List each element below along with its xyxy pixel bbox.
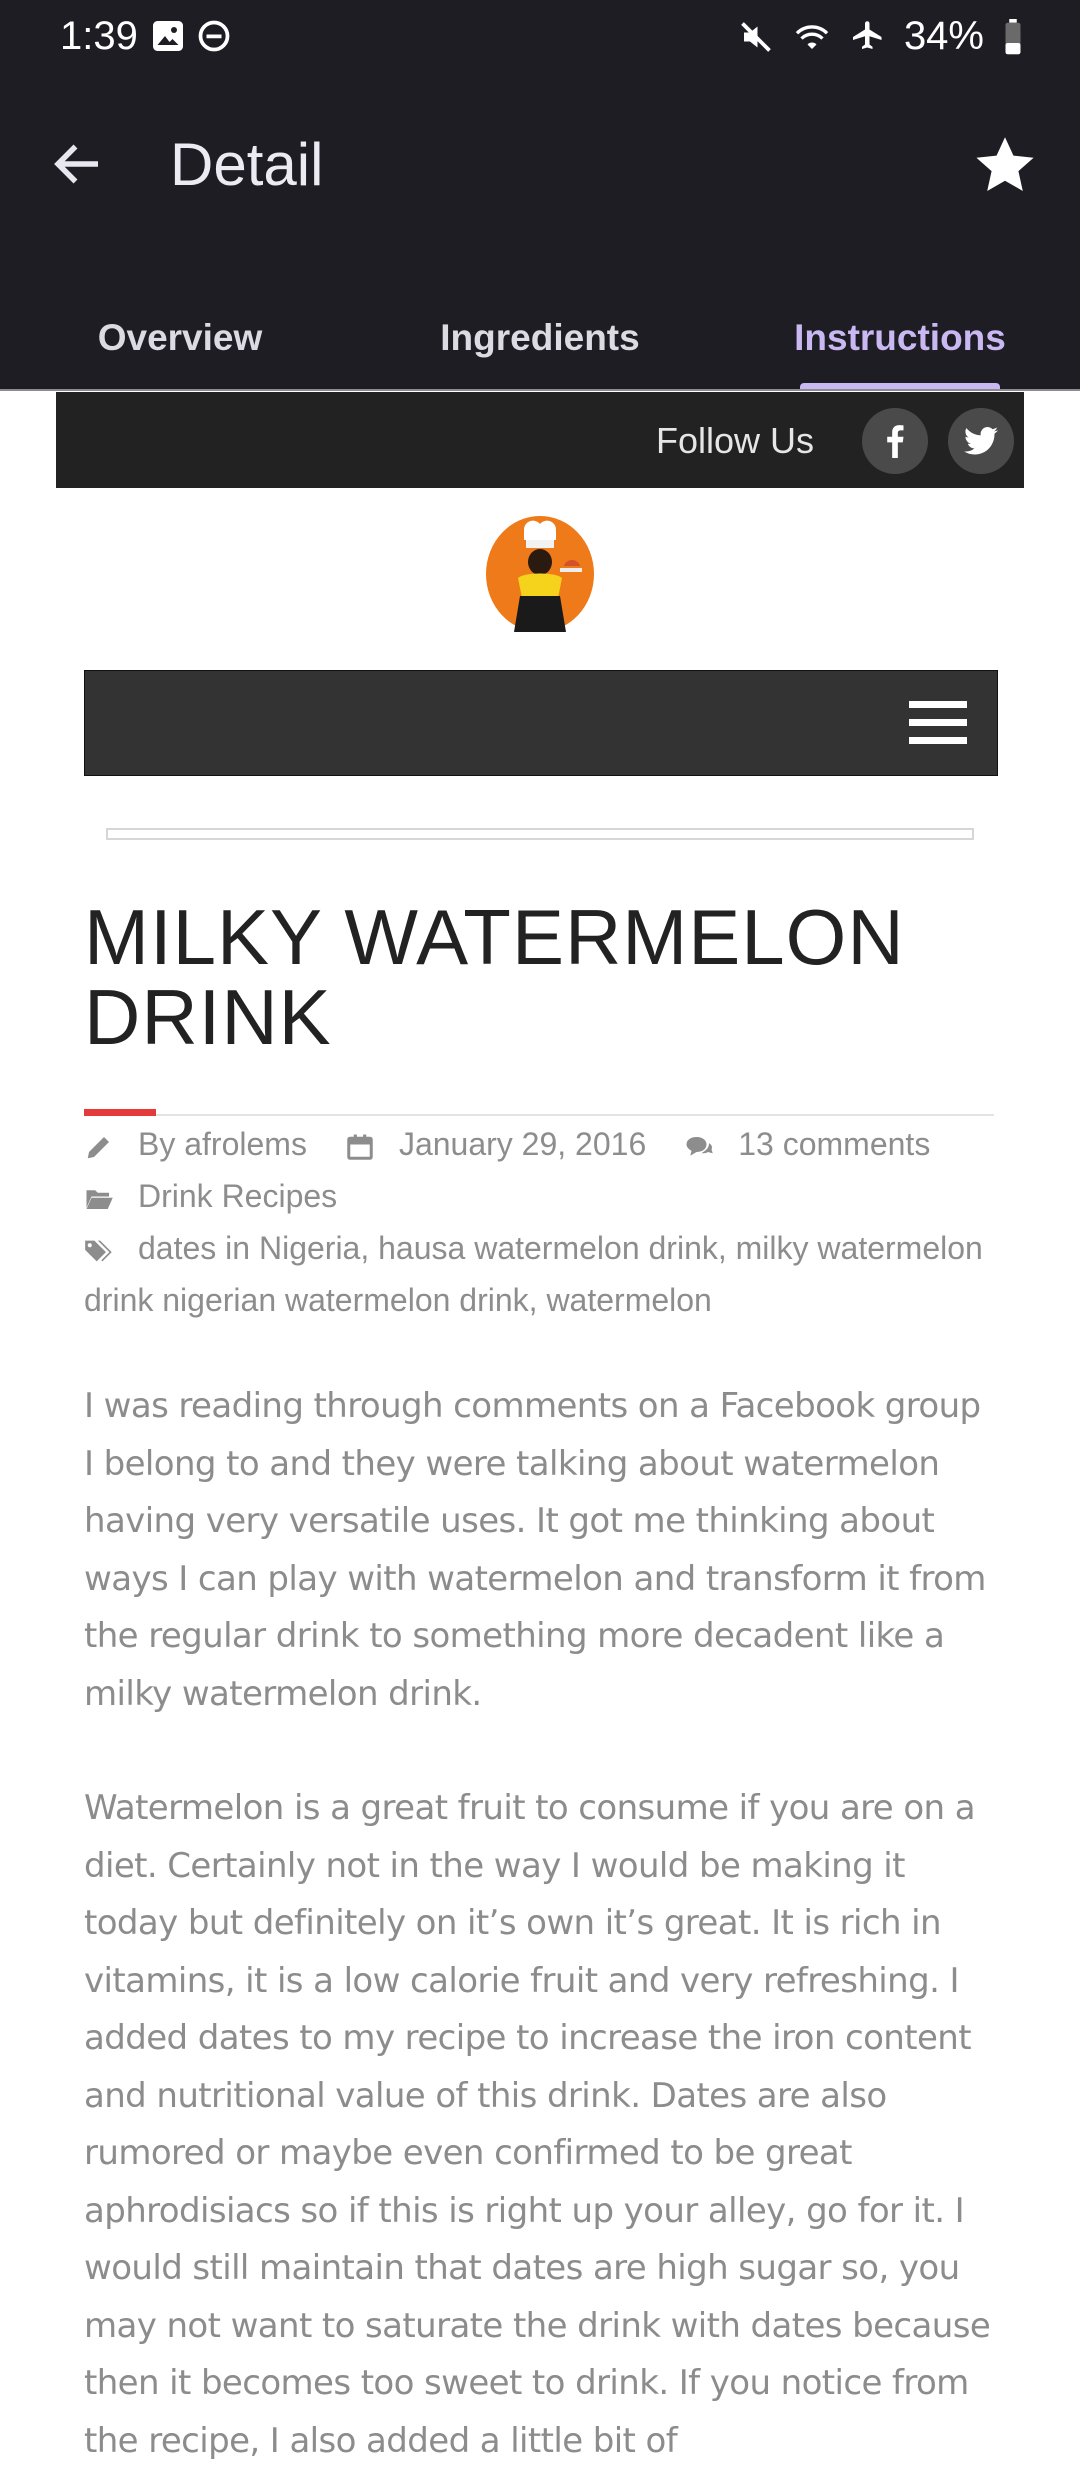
do-not-disturb-icon: [198, 20, 230, 52]
post-paragraph: I was reading through comments on a Face…: [84, 1386, 986, 1714]
tab-divider: [0, 389, 1080, 391]
facebook-icon[interactable]: [862, 408, 928, 474]
post-comments[interactable]: 13 comments: [738, 1126, 930, 1162]
hamburger-menu-icon[interactable]: [909, 701, 967, 745]
app-bar: 1:39 34% Detail Overview Ingredients Ins…: [0, 0, 1080, 390]
tags-icon: [85, 1240, 112, 1261]
site-logo[interactable]: [484, 514, 596, 632]
post-category-row: Drink Recipes: [84, 1170, 1014, 1222]
mute-icon: [741, 21, 771, 52]
twitter-icon[interactable]: [948, 408, 1014, 474]
back-arrow-icon[interactable]: [48, 134, 108, 194]
airplane-icon: [852, 20, 882, 49]
status-bar: 1:39 34%: [0, 0, 1080, 80]
tag-item[interactable]: watermelon: [546, 1282, 711, 1318]
folder-icon: [86, 1189, 113, 1209]
title-rule: [84, 1114, 994, 1116]
status-time: 1:39: [60, 14, 138, 58]
post-tags-row: dates in Nigeria, hausa watermelon drink…: [84, 1222, 1014, 1326]
post-date: January 29, 2016: [398, 1126, 647, 1162]
post-author[interactable]: By afrolems: [138, 1126, 307, 1162]
battery-icon: [1005, 18, 1021, 54]
tab-instructions[interactable]: Instructions: [720, 290, 1080, 386]
status-right: 34%: [738, 14, 1024, 59]
post-title-line-1: MILKY WATERMELON: [84, 893, 905, 981]
favorite-star-icon[interactable]: [970, 130, 1040, 200]
search-strip[interactable]: [106, 828, 974, 840]
tag-item[interactable]: hausa watermelon drink,: [378, 1230, 727, 1266]
pencil-icon: [87, 1136, 109, 1158]
comments-icon: [686, 1136, 713, 1156]
page-title: Detail: [170, 131, 324, 198]
post-title-line-2: DRINK: [84, 973, 332, 1061]
post-paragraph: Watermelon is a great fruit to consume i…: [84, 1788, 991, 2461]
tag-item[interactable]: dates in Nigeria,: [138, 1230, 369, 1266]
follow-us-label: Follow Us: [655, 420, 814, 461]
tab-ingredients[interactable]: Ingredients: [360, 290, 720, 386]
site-nav-bar: [84, 670, 998, 776]
wifi-icon: [795, 24, 829, 49]
gallery-icon: [153, 21, 183, 51]
tab-overview[interactable]: Overview: [0, 290, 360, 386]
tab-bar: Overview Ingredients Instructions: [0, 290, 1080, 390]
post-meta-row: By afrolems January 29, 2016 13 comments: [84, 1118, 1014, 1170]
post-category[interactable]: Drink Recipes: [138, 1178, 337, 1214]
title-accent: [84, 1109, 156, 1116]
post-title: MILKY WATERMELON DRINK: [84, 897, 1004, 1057]
calendar-icon: [347, 1134, 373, 1160]
follow-bar: Follow Us: [56, 392, 1024, 488]
battery-percent: 34%: [903, 14, 984, 58]
